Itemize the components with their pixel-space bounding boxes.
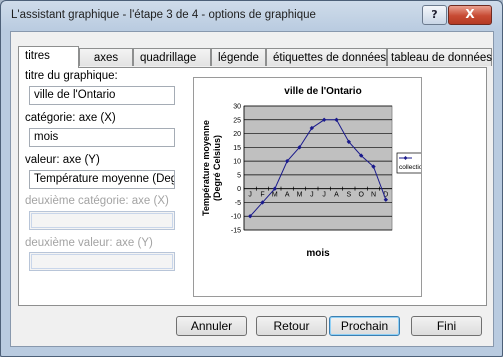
y-tick-label: 15 <box>233 145 241 152</box>
category-x-input[interactable]: mois <box>29 128 175 147</box>
y-tick-label: -15 <box>231 228 241 235</box>
finish-button[interactable]: Fini <box>411 316 482 336</box>
x-tick-label: A <box>285 192 290 199</box>
dialog-body: titres axes quadrillage légende étiquett… <box>10 31 494 347</box>
x-tick-label: N <box>371 192 376 199</box>
y-axis-label-line: Température moyenne <box>201 120 211 216</box>
tab-etiquettes-de-donnees[interactable]: étiquettes de données <box>266 48 387 66</box>
chart-wizard-dialog: L'assistant graphique - l'étape 3 de 4 -… <box>0 0 503 357</box>
chart-title: ville de l'Ontario <box>284 86 361 97</box>
y-tick-label: -5 <box>235 200 241 207</box>
title-bar[interactable]: L'assistant graphique - l'étape 3 de 4 -… <box>1 1 502 29</box>
x-tick-label: O <box>358 192 364 199</box>
value-y-input[interactable]: Température moyenne (Degré <box>29 170 175 189</box>
y-axis-label: Température moyenne(Degré Celsius) <box>201 120 222 216</box>
y-tick-label: 20 <box>233 131 241 138</box>
category-x-label: catégorie: axe (X) <box>25 112 116 124</box>
tab-tableau-de-donnees[interactable]: tableau de données <box>387 48 492 66</box>
y-axis-label-line: (Degré Celsius) <box>212 135 222 201</box>
value-y-label: valeur: axe (Y) <box>25 154 100 166</box>
x-tick-label: A <box>334 192 339 199</box>
second-category-label: deuxième catégorie: axe (X) <box>25 195 169 207</box>
second-category-input <box>29 211 175 230</box>
x-tick-label: J <box>322 192 326 199</box>
chart-preview: ville de l'Ontario -15 -10 -5 0 5 10 15 20 25 30 J F… <box>193 77 441 297</box>
tab-legende[interactable]: légende <box>211 48 266 66</box>
y-tick-label: -10 <box>231 214 241 221</box>
y-tick-label: 30 <box>233 104 241 111</box>
tab-quadrillage[interactable]: quadrillage <box>133 48 211 66</box>
second-value-label: deuxième valeur: axe (Y) <box>25 237 153 249</box>
close-button[interactable]: X <box>448 5 492 25</box>
y-tick-label: 25 <box>233 117 241 124</box>
back-button[interactable]: Retour <box>256 316 327 336</box>
chart-title-label: titre du graphique: <box>25 70 118 82</box>
x-axis-label: mois <box>306 248 330 259</box>
chart-title-input[interactable]: ville de l'Ontario <box>29 86 175 105</box>
titles-panel: titre du graphique: ville de l'Ontario c… <box>18 67 487 306</box>
second-value-input <box>29 252 175 271</box>
legend-label: collection 1 <box>399 164 421 171</box>
x-tick-label: S <box>346 192 351 199</box>
y-tick-label: 0 <box>237 186 241 193</box>
x-tick-label: J <box>310 192 314 199</box>
cancel-button[interactable]: Annuler <box>176 316 247 336</box>
y-tick-label: 5 <box>237 172 241 179</box>
x-tick-label: M <box>272 192 278 199</box>
plot-area <box>243 105 393 231</box>
chart-svg: ville de l'Ontario -15 -10 -5 0 5 10 15 20 25 30 J F… <box>201 86 441 259</box>
window-title: L'assistant graphique - l'étape 3 de 4 -… <box>11 9 316 21</box>
help-button[interactable]: ? <box>422 5 447 25</box>
tab-titres[interactable]: titres <box>18 46 79 68</box>
y-tick-label: 10 <box>233 159 241 166</box>
next-button[interactable]: Prochain <box>329 316 400 336</box>
x-tick-label: M <box>297 192 303 199</box>
x-tick-label: F <box>260 192 264 199</box>
tab-axes[interactable]: axes <box>79 48 133 66</box>
x-tick-label: J <box>248 192 252 199</box>
